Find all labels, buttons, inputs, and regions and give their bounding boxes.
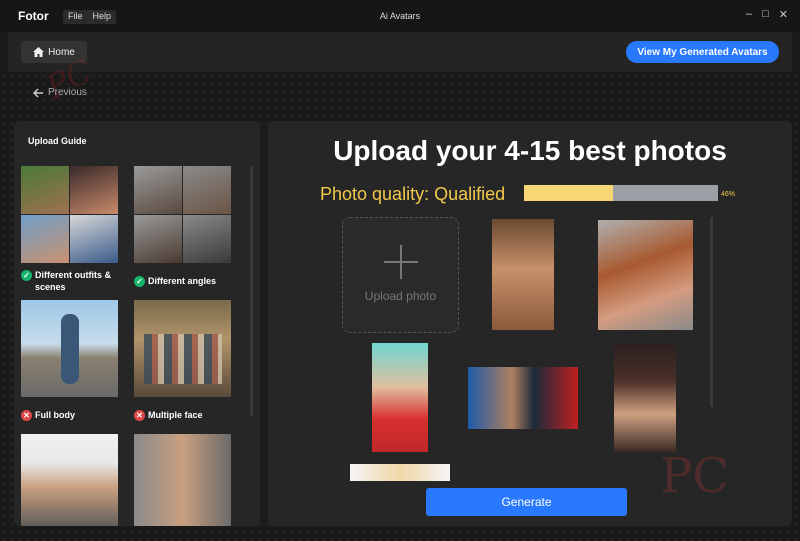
guide-item-multiple-face: ✕ Multiple face: [134, 409, 244, 421]
uploaded-photo[interactable]: [468, 367, 578, 429]
toolbar: Home View My Generated Avatars: [8, 32, 792, 72]
upload-guide-panel: Upload Guide ✓ Different outfits & scene…: [14, 121, 260, 526]
generate-button[interactable]: Generate: [426, 488, 627, 516]
guide-item-outfits: ✓ Different outfits & scenes: [21, 269, 125, 293]
watermark: PC: [660, 448, 730, 504]
uploaded-photo[interactable]: [614, 343, 676, 452]
uploaded-photo[interactable]: [372, 343, 428, 452]
guide-image-shirtless: [134, 434, 231, 526]
quality-progress-fill: [524, 185, 614, 201]
photos-scrollbar[interactable]: [710, 217, 713, 407]
home-icon: [33, 47, 45, 57]
uploaded-photo[interactable]: [350, 464, 450, 481]
uploaded-photo[interactable]: [492, 219, 554, 330]
page-title: Upload your 4-15 best photos: [333, 135, 727, 166]
previous-label: Previous: [48, 87, 87, 98]
plus-icon: [384, 245, 418, 279]
view-generated-avatars-button[interactable]: View My Generated Avatars: [626, 41, 779, 63]
check-icon: ✓: [21, 270, 32, 281]
close-icon[interactable]: ✕: [779, 8, 788, 21]
previous-link[interactable]: Previous: [33, 87, 87, 98]
guide-item-angles: ✓ Different angles: [134, 275, 244, 287]
cross-icon: ✕: [21, 410, 32, 421]
minimize-icon[interactable]: –: [746, 8, 752, 21]
guide-image-sunglasses: [21, 434, 118, 526]
guide-item-label: Full body: [35, 410, 75, 420]
upload-photo-label: Upload photo: [364, 289, 437, 303]
guide-image-multiple-face: [134, 300, 231, 397]
title-bar: Fotor File Help Ai Avatars – □ ✕: [0, 0, 800, 32]
uploaded-photo[interactable]: [598, 220, 693, 330]
window-controls: – □ ✕: [746, 8, 788, 21]
arrow-left-icon: [33, 87, 43, 98]
quality-progress-bar: [524, 185, 718, 201]
guide-scrollbar[interactable]: [250, 166, 253, 416]
guide-item-label: Multiple face: [148, 410, 203, 420]
upload-guide-title: Upload Guide: [28, 136, 87, 146]
guide-item-full-body: ✕ Full body: [21, 409, 125, 421]
window-title: Ai Avatars: [379, 11, 421, 21]
quality-percent: 46%: [721, 191, 736, 198]
guide-image-full-body: [21, 300, 118, 397]
guide-image-outfits: [21, 166, 118, 263]
upload-photo-button[interactable]: Upload photo: [342, 217, 459, 333]
maximize-icon[interactable]: □: [762, 8, 769, 21]
check-icon: ✓: [134, 276, 145, 287]
guide-item-label: Different outfits & scenes: [35, 270, 111, 292]
photo-quality-label: Photo quality: Qualified: [320, 184, 506, 204]
guide-item-label: Different angles: [148, 276, 217, 286]
cross-icon: ✕: [134, 410, 145, 421]
guide-image-angles: [134, 166, 231, 263]
